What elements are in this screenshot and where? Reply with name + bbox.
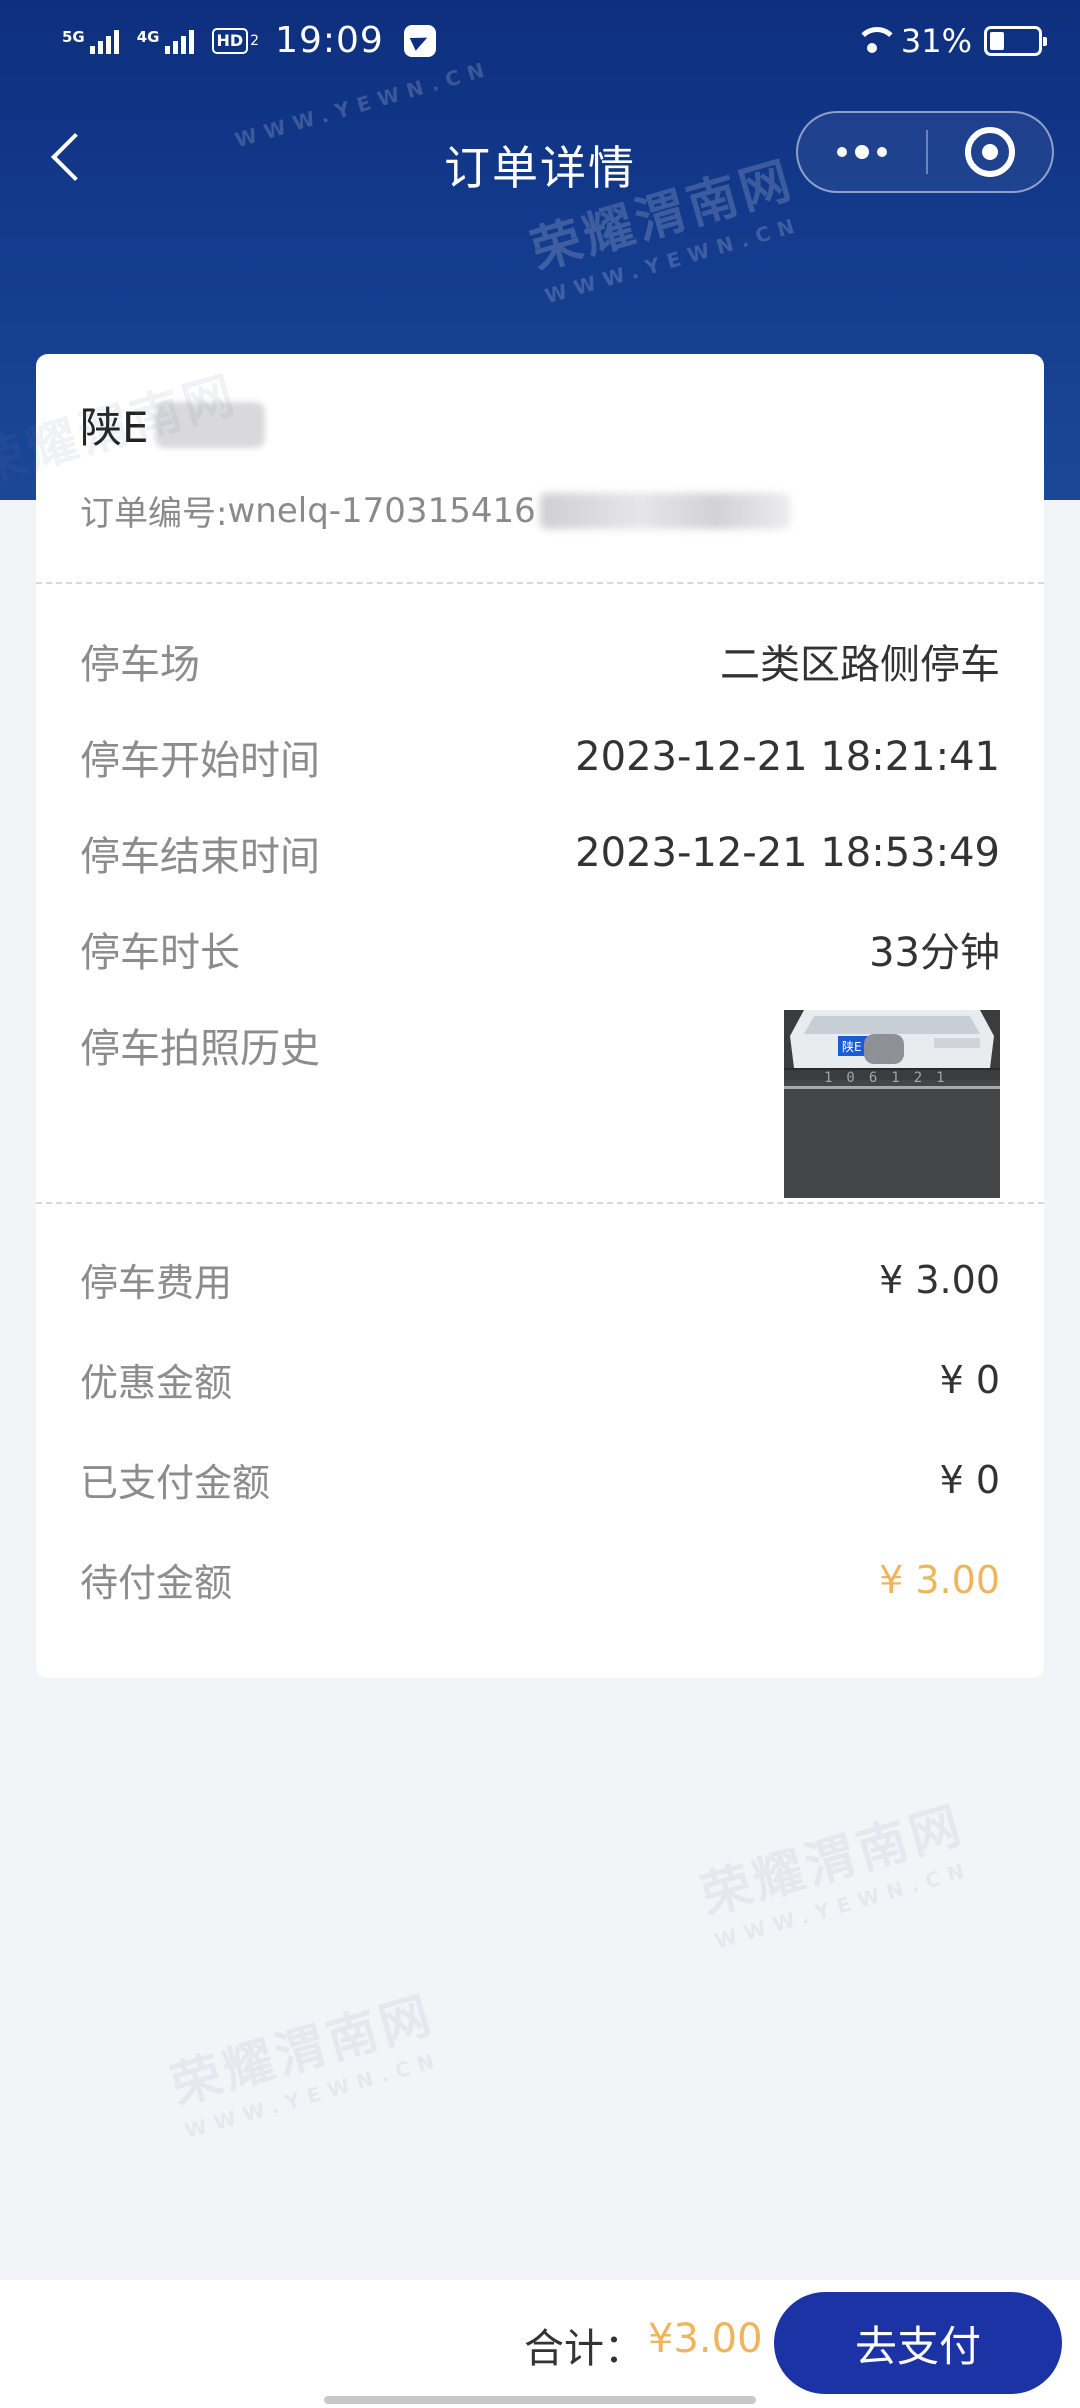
fee-label: 优惠金额 <box>80 1361 233 1405</box>
battery-percent: 31% <box>900 22 972 60</box>
close-circle-icon <box>965 127 1015 177</box>
watermark: 荣耀渭南网WWW.YEWN.CN <box>164 1985 445 2144</box>
signal-4g-icon: 4G <box>137 28 194 54</box>
network-4g-label: 4G <box>136 27 160 46</box>
fee-value: ¥ 0 <box>939 1357 1000 1402</box>
checkout-bar: 合计： ¥3.00 去支付 <box>0 2280 1080 2408</box>
detail-value: 2023-12-21 18:53:49 <box>575 830 1000 876</box>
battery-icon <box>984 26 1047 56</box>
detail-label: 停车开始时间 <box>80 738 320 784</box>
fee-label: 已支付金额 <box>80 1461 271 1505</box>
wifi-icon <box>854 27 899 55</box>
fee-label: 待付金额 <box>80 1561 233 1605</box>
detail-label: 停车拍照历史 <box>80 1026 320 1072</box>
detail-label: 停车结束时间 <box>80 834 320 880</box>
status-bar: 5G 4G HD 2 19:09 31% <box>0 0 1080 80</box>
more-dot-icon <box>855 145 869 159</box>
fee-value: ¥ 3.00 <box>879 1257 1000 1302</box>
detail-row-parking-lot: 停车场 二类区路侧停车 <box>80 632 1000 690</box>
svg-text:陕E: 陕E <box>842 1039 862 1054</box>
parking-photo: 陕E 106121 <box>784 1010 1000 1198</box>
telegram-icon <box>403 24 436 57</box>
more-dot-icon <box>877 147 887 157</box>
more-button[interactable] <box>798 113 926 191</box>
detail-row-start-time: 停车开始时间 2023-12-21 18:21:41 <box>80 728 1000 786</box>
hd-voice-sub: 2 <box>250 32 260 49</box>
detail-row-duration: 停车时长 33分钟 <box>80 920 1000 978</box>
fee-label: 停车费用 <box>80 1261 233 1305</box>
license-plate-prefix: 陕E <box>80 403 149 452</box>
order-number-label: 订单编号: <box>80 494 228 534</box>
signal-5g-icon: 5G <box>62 28 119 54</box>
detail-row-end-time: 停车结束时间 2023-12-21 18:53:49 <box>80 824 1000 882</box>
detail-value: 二类区路侧停车 <box>720 642 1000 688</box>
license-plate: 陕E <box>80 394 265 455</box>
fee-value-due: ¥ 3.00 <box>879 1557 1000 1602</box>
parking-photo-thumbnail[interactable]: 陕E 106121 <box>784 1010 1000 1198</box>
order-number-value: wnelq-170315416 <box>227 490 536 531</box>
order-number: 订单编号: wnelq-170315416 <box>80 486 790 535</box>
network-5g-label: 5G <box>62 27 85 46</box>
plate-redaction <box>154 401 265 448</box>
watermark: 荣耀渭南网WWW.YEWN.CN <box>694 1795 975 1954</box>
hd-voice-icon: HD <box>211 27 249 54</box>
more-dot-icon <box>837 147 847 157</box>
fee-value: ¥ 0 <box>939 1457 1000 1502</box>
detail-label: 停车时长 <box>80 930 240 976</box>
fee-row-parking-fee: 停车费用 ¥ 3.00 <box>80 1252 1000 1307</box>
fee-row-paid: 已支付金额 ¥ 0 <box>80 1452 1000 1507</box>
clock: 19:09 <box>275 20 384 61</box>
fee-row-due: 待付金额 ¥ 3.00 <box>80 1552 1000 1607</box>
total-label: 合计： <box>524 2326 644 2372</box>
close-miniprogram-button[interactable] <box>928 113 1052 191</box>
detail-label: 停车场 <box>80 642 200 688</box>
section-divider <box>36 1202 1044 1204</box>
order-detail-card: 陕E 订单编号: wnelq-170315416 停车场 二类区路侧停车 停车开… <box>36 354 1044 1678</box>
detail-value: 2023-12-21 18:21:41 <box>575 734 1000 780</box>
fee-row-discount: 优惠金额 ¥ 0 <box>80 1352 1000 1407</box>
pay-button[interactable]: 去支付 <box>774 2292 1062 2394</box>
section-divider <box>36 582 1044 584</box>
miniprogram-capsule <box>796 111 1054 193</box>
detail-value: 33分钟 <box>869 930 1000 976</box>
svg-text:106121: 106121 <box>824 1070 959 1086</box>
home-indicator[interactable] <box>324 2396 756 2404</box>
order-number-redaction <box>539 492 790 529</box>
battery-fill <box>990 32 1004 50</box>
total-amount: ¥3.00 <box>648 2316 763 2362</box>
